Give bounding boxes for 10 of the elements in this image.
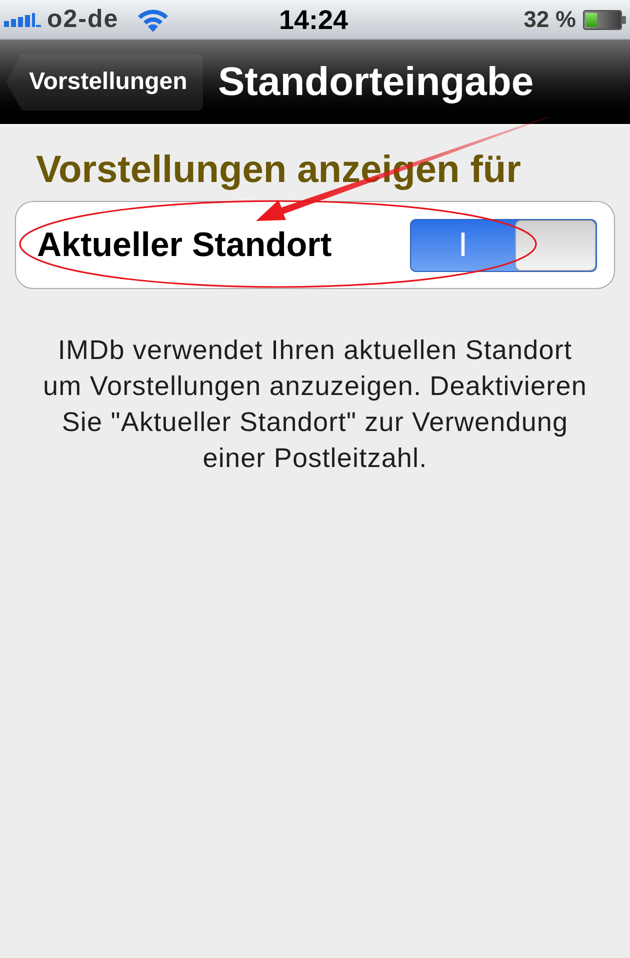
back-button[interactable]: Vorstellungen [6, 54, 203, 110]
signal-bars-icon [4, 12, 41, 26]
wifi-icon [136, 8, 169, 32]
row-label: Aktueller Standort [37, 228, 332, 262]
carrier-name: o2-de [47, 7, 119, 32]
battery-icon [583, 10, 626, 30]
navigation-title: Standorteingabe [218, 62, 534, 102]
status-time: 14:24 [279, 7, 348, 34]
section-footer-text: IMDb verwendet Ihren aktuellen Standort um Vorstellungen anzuzeigen. Deaktivieren Sie "Aktueller Standort" zur Verwendung einer Postleitzahl. [42, 334, 588, 475]
battery-percent: 32 % [524, 8, 576, 31]
